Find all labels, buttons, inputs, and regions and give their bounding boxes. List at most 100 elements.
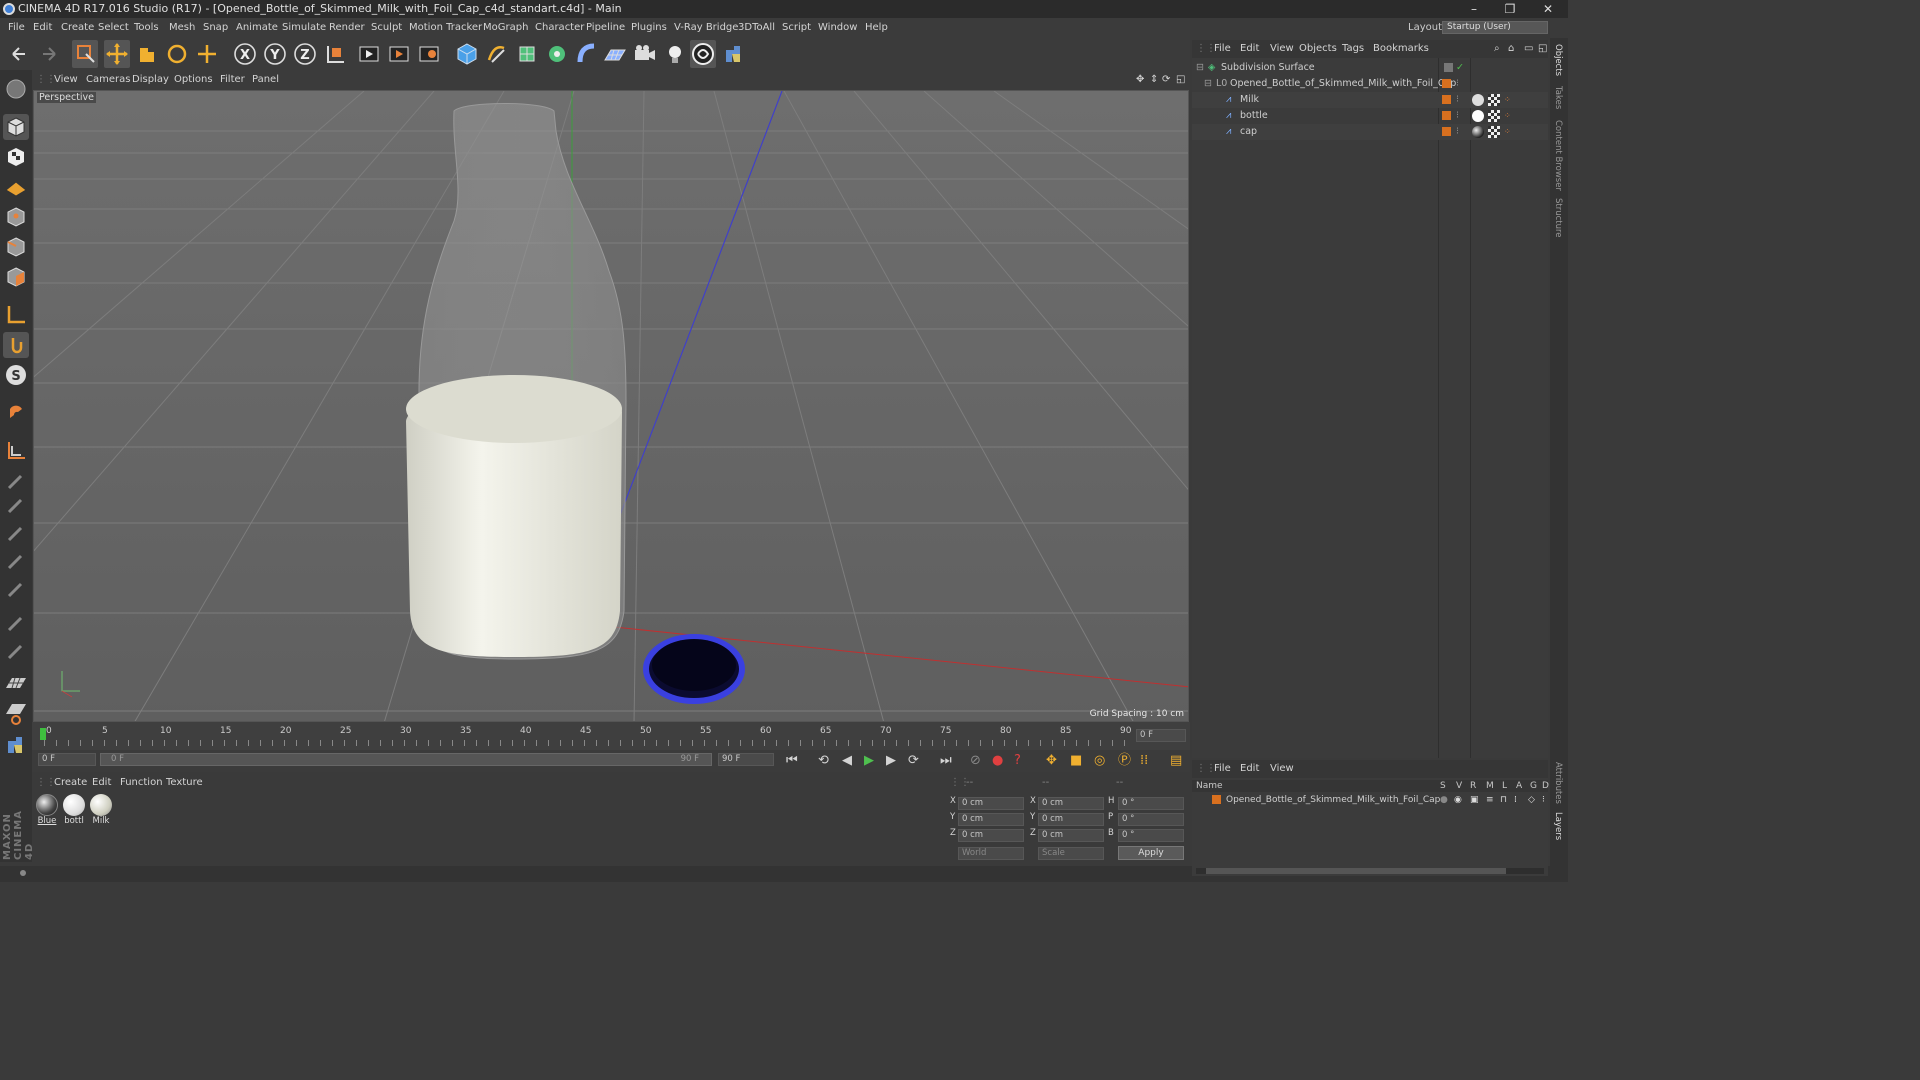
solo-mode-icon[interactable]: S — [3, 362, 29, 388]
sky-grid-icon[interactable] — [3, 700, 29, 726]
viewport-move-icon[interactable]: ✥ — [1136, 70, 1144, 90]
visibility-dots-icon[interactable]: ⁝ — [1456, 76, 1459, 92]
material-swatch-bottle[interactable]: bottl — [61, 794, 87, 830]
menu-mograph[interactable]: MoGraph — [483, 18, 528, 38]
material-tag-icon[interactable] — [1472, 126, 1484, 138]
enabled-check-icon[interactable]: ✓ — [1456, 60, 1464, 76]
layer-lock-icon[interactable]: ⊓ — [1500, 792, 1507, 808]
menu-pipeline[interactable]: Pipeline — [586, 18, 625, 38]
visibility-dots-icon[interactable]: ⁝ — [1456, 108, 1459, 124]
undo-icon[interactable] — [6, 40, 32, 68]
texture-tag-icon[interactable] — [1488, 94, 1500, 106]
visibility-dots-icon[interactable]: ⁝ — [1456, 92, 1459, 108]
material-tag-icon[interactable] — [1472, 110, 1484, 122]
horizontal-scrollbar[interactable] — [1196, 868, 1544, 874]
subdivision-surface-icon[interactable] — [514, 40, 540, 68]
model-mode-icon[interactable] — [3, 114, 29, 140]
rotation-h-field[interactable]: 0 ° — [1118, 797, 1184, 810]
tab-structure[interactable]: Structure — [1553, 198, 1563, 238]
layer-color-icon[interactable] — [1212, 795, 1221, 804]
restore-button[interactable]: ❐ — [1492, 0, 1528, 18]
texture-mode-icon[interactable] — [3, 144, 29, 170]
render-to-picture-viewer-icon[interactable] — [386, 40, 412, 68]
viewport-zoom-icon[interactable]: ⇕ — [1150, 70, 1158, 90]
layer-visible-icon[interactable]: ◉ — [1454, 792, 1462, 808]
rotation-p-field[interactable]: 0 ° — [1118, 813, 1184, 826]
floor-environment-icon[interactable] — [602, 40, 628, 68]
tab-layers[interactable]: Layers — [1553, 812, 1563, 840]
menu-motion-tracker[interactable]: Motion Tracker — [409, 18, 482, 38]
start-frame-field[interactable]: 0 F — [38, 753, 96, 766]
new-window-icon[interactable]: ▭ — [1524, 40, 1533, 58]
rotation-b-field[interactable]: 0 ° — [1118, 829, 1184, 842]
menu-edit[interactable]: Edit — [33, 18, 52, 38]
menu-mesh[interactable]: Mesh — [169, 18, 195, 38]
workplane-lock-icon[interactable] — [3, 438, 29, 464]
end-frame-field[interactable]: 90 F — [718, 753, 774, 766]
vray-icon[interactable] — [690, 40, 716, 68]
menu-snap[interactable]: Snap — [203, 18, 228, 38]
layer-row[interactable]: Opened_Bottle_of_Skimmed_Milk_with_Foil_… — [1192, 792, 1548, 808]
tab-content-browser[interactable]: Content Browser — [1553, 120, 1563, 191]
tab-objects[interactable]: Objects — [1553, 44, 1563, 76]
object-menu-tags[interactable]: Tags — [1342, 40, 1364, 58]
next-key-icon[interactable]: ⟳ — [908, 750, 919, 772]
material-tag-icon[interactable] — [1472, 94, 1484, 106]
previous-key-icon[interactable]: ⟲ — [818, 750, 829, 772]
viewport-maximize-icon[interactable]: ◱ — [1176, 70, 1185, 90]
menu-simulate[interactable]: Simulate — [282, 18, 326, 38]
cube-object-icon[interactable] — [454, 40, 480, 68]
position-z-field[interactable]: 0 cm — [958, 829, 1024, 842]
tweak-mode-icon[interactable] — [3, 332, 29, 358]
rotate-icon[interactable] — [164, 40, 190, 68]
record-keys-icon[interactable]: ⊘ — [970, 750, 981, 772]
menu-vray-bridge[interactable]: V-Ray Bridge — [674, 18, 738, 38]
object-menu-edit[interactable]: Edit — [1240, 40, 1259, 58]
snap-magnet-icon[interactable] — [3, 400, 29, 426]
size-y-field[interactable]: 0 cm — [1038, 813, 1104, 826]
layer-manager-icon[interactable]: ≡ — [1486, 792, 1494, 808]
tab-attributes[interactable]: Attributes — [1553, 762, 1563, 804]
material-swatch-blue[interactable]: Blue — [34, 794, 60, 830]
editor-visibility-icon[interactable] — [1444, 63, 1453, 72]
make-editable-icon[interactable] — [3, 76, 29, 102]
autokeying-icon[interactable]: ● — [992, 750, 1003, 772]
texture-tag-icon[interactable] — [1488, 126, 1500, 138]
layer-animation-icon[interactable]: ⁞ — [1514, 792, 1517, 808]
object-menu-bookmarks[interactable]: Bookmarks — [1373, 40, 1429, 58]
material-menu-edit[interactable]: Edit — [92, 774, 111, 792]
phong-tag-icon[interactable]: ⁘ — [1504, 124, 1511, 140]
home-icon[interactable]: ⌂ — [1508, 40, 1514, 58]
play-icon[interactable]: ▶ — [864, 750, 874, 772]
menu-file[interactable]: File — [8, 18, 25, 38]
layout-select[interactable]: Startup (User) — [1442, 21, 1548, 34]
object-row-subdivision-surface[interactable]: ⊟ ◈ Subdivision Surface ✓ — [1192, 60, 1548, 76]
python-icon[interactable] — [720, 40, 746, 68]
menu-help[interactable]: Help — [865, 18, 888, 38]
object-row-bottle[interactable]: ⩘ bottle ⁝ ⁘ — [1192, 108, 1548, 124]
menu-tools[interactable]: Tools — [134, 18, 159, 38]
polygons-mode-icon[interactable] — [3, 264, 29, 290]
python-console-icon[interactable] — [3, 732, 29, 758]
menu-sculpt[interactable]: Sculpt — [371, 18, 402, 38]
close-button[interactable]: ✕ — [1530, 0, 1566, 18]
timeline-ruler[interactable]: 0 5 10 15 20 25 30 35 40 45 50 55 60 65 … — [32, 722, 1190, 750]
menu-plugins[interactable]: Plugins — [631, 18, 667, 38]
menu-create[interactable]: Create — [61, 18, 94, 38]
z-axis-icon[interactable]: Z — [292, 40, 318, 68]
size-x-field[interactable]: 0 cm — [1038, 797, 1104, 810]
deformer-icon[interactable] — [574, 40, 600, 68]
move-icon[interactable] — [104, 40, 130, 68]
panel-toggle-icon[interactable]: ◱ — [1538, 40, 1547, 58]
key-rotation-icon[interactable]: ◎ — [1094, 750, 1105, 772]
object-row-bottle-group[interactable]: ⊟ L0 Opened_Bottle_of_Skimmed_Milk_with_… — [1192, 76, 1548, 92]
keyframe-selection-icon[interactable]: ? — [1014, 750, 1021, 772]
menu-script[interactable]: Script — [782, 18, 811, 38]
x-axis-icon[interactable]: X — [232, 40, 258, 68]
redo-icon[interactable] — [36, 40, 62, 68]
menu-animate[interactable]: Animate — [236, 18, 278, 38]
viewport-menu-options[interactable]: Options — [174, 70, 213, 90]
render-settings-icon[interactable] — [416, 40, 442, 68]
y-axis-icon[interactable]: Y — [262, 40, 288, 68]
current-frame-field[interactable]: 0 F — [1136, 729, 1186, 742]
